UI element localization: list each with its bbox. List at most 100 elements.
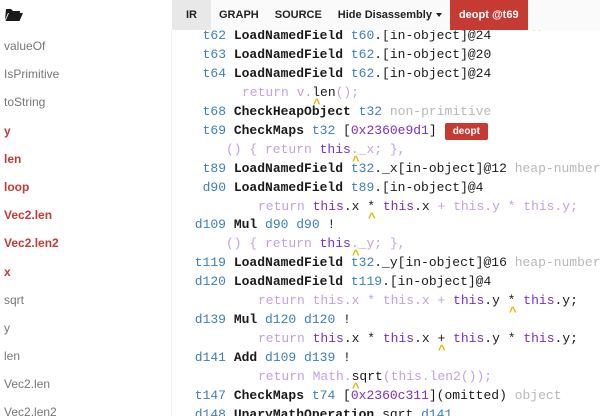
toolbar: IR GRAPH SOURCE Hide Disassembly deopt @… bbox=[0, 0, 600, 30]
hide-disassembly-dropdown[interactable]: Hide Disassembly bbox=[330, 0, 450, 30]
ir-line[interactable]: t64 LoadNamedField t62.[in-object]@24 bbox=[172, 65, 600, 84]
sidebar-item[interactable]: Vec2.len bbox=[0, 201, 171, 229]
node-id[interactable]: d109 bbox=[172, 216, 226, 235]
node-id[interactable]: t147 bbox=[172, 387, 226, 406]
ir-line[interactable]: t147 CheckMaps t74 [0x2360c311](omitted)… bbox=[172, 387, 600, 406]
operand[interactable]: t32 bbox=[312, 123, 335, 138]
source-text: + this.y * this.y; bbox=[437, 199, 578, 214]
opcode: LoadNamedField bbox=[233, 30, 344, 43]
opcode: Mul bbox=[233, 312, 258, 327]
source-line: () { return this._x; }, bbox=[172, 141, 600, 160]
operand-detail: ._x[in-object]@12 bbox=[374, 161, 507, 176]
ir-line[interactable]: d148 UnaryMathOperation sqrt d141 bbox=[172, 406, 600, 416]
node-id[interactable]: t119 bbox=[172, 254, 226, 273]
sidebar-item[interactable]: len bbox=[0, 145, 171, 173]
operand[interactable]: t119 bbox=[351, 274, 382, 289]
map-address: 0x2360e9d1 bbox=[350, 123, 429, 138]
sidebar-item[interactable]: x bbox=[0, 258, 171, 286]
operand[interactable]: d90 d90 bbox=[265, 217, 320, 232]
sidebar-item[interactable]: sqrt bbox=[0, 286, 171, 314]
source-text: .x bbox=[414, 331, 438, 346]
opcode: Add bbox=[233, 350, 258, 365]
node-id[interactable]: d148 bbox=[172, 406, 226, 416]
ir-line[interactable]: t68 CheckHeapObject t32 non-primitive bbox=[172, 103, 600, 122]
operand[interactable]: t32 bbox=[359, 104, 382, 119]
node-id[interactable]: t64 bbox=[172, 65, 226, 84]
toolbar-spacer bbox=[30, 0, 172, 30]
sidebar-item[interactable]: len bbox=[0, 342, 171, 370]
opcode: LoadNamedField bbox=[233, 180, 344, 195]
flag: ! bbox=[319, 217, 336, 232]
operand[interactable]: t62 bbox=[351, 66, 374, 81]
hide-disassembly-label: Hide Disassembly bbox=[337, 9, 432, 21]
operand[interactable]: d141 bbox=[413, 407, 452, 416]
source-text: (this.len2()); bbox=[382, 369, 493, 384]
ir-code-view: ^ t62 LoadNamedField t60.[in-object]@24 … bbox=[172, 30, 600, 416]
source-highlight: this bbox=[515, 293, 555, 308]
node-id[interactable]: d90 bbox=[172, 179, 226, 198]
source-highlight: this bbox=[312, 199, 344, 214]
opcode: CheckHeapObject bbox=[233, 104, 351, 119]
sidebar-item[interactable]: y bbox=[0, 314, 171, 342]
source-highlight: * bbox=[367, 331, 376, 346]
source-text: return this.x * this.x + bbox=[258, 293, 454, 308]
tab-ir[interactable]: IR bbox=[172, 0, 211, 30]
sidebar-item[interactable]: loop bbox=[0, 173, 171, 201]
operand[interactable]: t60 bbox=[351, 30, 374, 43]
operand[interactable]: d120 d120 bbox=[265, 312, 335, 327]
source-highlight: this bbox=[312, 331, 344, 346]
operand[interactable]: t62 bbox=[351, 47, 374, 62]
node-id[interactable]: d120 bbox=[172, 273, 226, 292]
source-highlight: this bbox=[453, 293, 485, 308]
tab-bar: IR GRAPH SOURCE Hide Disassembly deopt @… bbox=[172, 0, 600, 30]
ir-line[interactable]: t63 LoadNamedField t62.[in-object]@20 bbox=[172, 46, 600, 65]
operand[interactable]: t32 bbox=[351, 161, 374, 176]
tab-deopt[interactable]: deopt @t69 bbox=[449, 0, 528, 30]
map-address: 0x2360c311 bbox=[350, 388, 429, 403]
source-text: .x bbox=[414, 199, 438, 214]
opcode: LoadNamedField bbox=[233, 66, 344, 81]
sidebar-item[interactable]: Vec2.len bbox=[0, 370, 171, 398]
deopt-badge[interactable]: deopt bbox=[444, 123, 488, 140]
node-id[interactable]: d139 bbox=[172, 311, 226, 330]
sidebar-item[interactable]: toString bbox=[0, 88, 171, 116]
ir-line[interactable]: t89 LoadNamedField t32._x[in-object]@12 … bbox=[172, 160, 600, 179]
sidebar-item[interactable]: valueOf bbox=[0, 32, 171, 60]
source-text: .y; bbox=[554, 331, 578, 346]
ir-line[interactable]: d141 Add d109 d139 ! bbox=[172, 349, 600, 368]
source-text: () { return bbox=[226, 236, 320, 251]
operand[interactable]: t89 bbox=[351, 180, 374, 195]
ir-line[interactable]: d90 LoadNamedField t89.[in-object]@4 bbox=[172, 179, 600, 198]
ir-line[interactable]: t69 CheckMaps t32 [0x2360e9d1] deopt bbox=[172, 122, 600, 141]
sidebar-item[interactable]: y bbox=[0, 117, 171, 145]
opcode: LoadNamedField bbox=[233, 274, 344, 289]
source-text: return v. bbox=[242, 85, 313, 100]
sidebar-item[interactable]: IsPrimitive bbox=[0, 60, 171, 88]
node-id[interactable]: t62 bbox=[172, 30, 226, 46]
operand[interactable]: t32 bbox=[351, 255, 374, 270]
operand-detail: .[in-object]@4 bbox=[382, 274, 492, 289]
ir-line[interactable]: t62 LoadNamedField t60.[in-object]@24 bbox=[172, 30, 600, 46]
source-highlight: this bbox=[445, 331, 485, 346]
ir-line[interactable]: d120 LoadNamedField t119.[in-object]@4 bbox=[172, 273, 600, 292]
operand[interactable]: t74 bbox=[312, 388, 335, 403]
ir-line[interactable]: d109 Mul d90 d90 ! bbox=[172, 216, 600, 235]
operand[interactable]: d109 d139 bbox=[265, 350, 335, 365]
bracket: [ bbox=[335, 123, 351, 138]
source-text: .y; bbox=[554, 293, 578, 308]
node-id[interactable]: d141 bbox=[172, 349, 226, 368]
node-id[interactable]: t68 bbox=[172, 103, 226, 122]
node-id[interactable]: t63 bbox=[172, 46, 226, 65]
tab-source[interactable]: SOURCE bbox=[267, 0, 330, 30]
source-text: return bbox=[258, 331, 313, 346]
ir-line[interactable]: d139 Mul d120 d120 ! bbox=[172, 311, 600, 330]
opcode: LoadNamedField bbox=[233, 47, 344, 62]
node-id[interactable]: t89 bbox=[172, 160, 226, 179]
tab-graph[interactable]: GRAPH bbox=[211, 0, 267, 30]
node-id[interactable]: t69 bbox=[172, 122, 226, 141]
flag: ! bbox=[335, 350, 351, 365]
folder-open-icon[interactable] bbox=[0, 0, 30, 30]
sidebar-item[interactable]: Vec2.len2 bbox=[0, 398, 171, 416]
ir-line[interactable]: t119 LoadNamedField t32._y[in-object]@16… bbox=[172, 254, 600, 273]
sidebar-item[interactable]: Vec2.len2 bbox=[0, 229, 171, 257]
